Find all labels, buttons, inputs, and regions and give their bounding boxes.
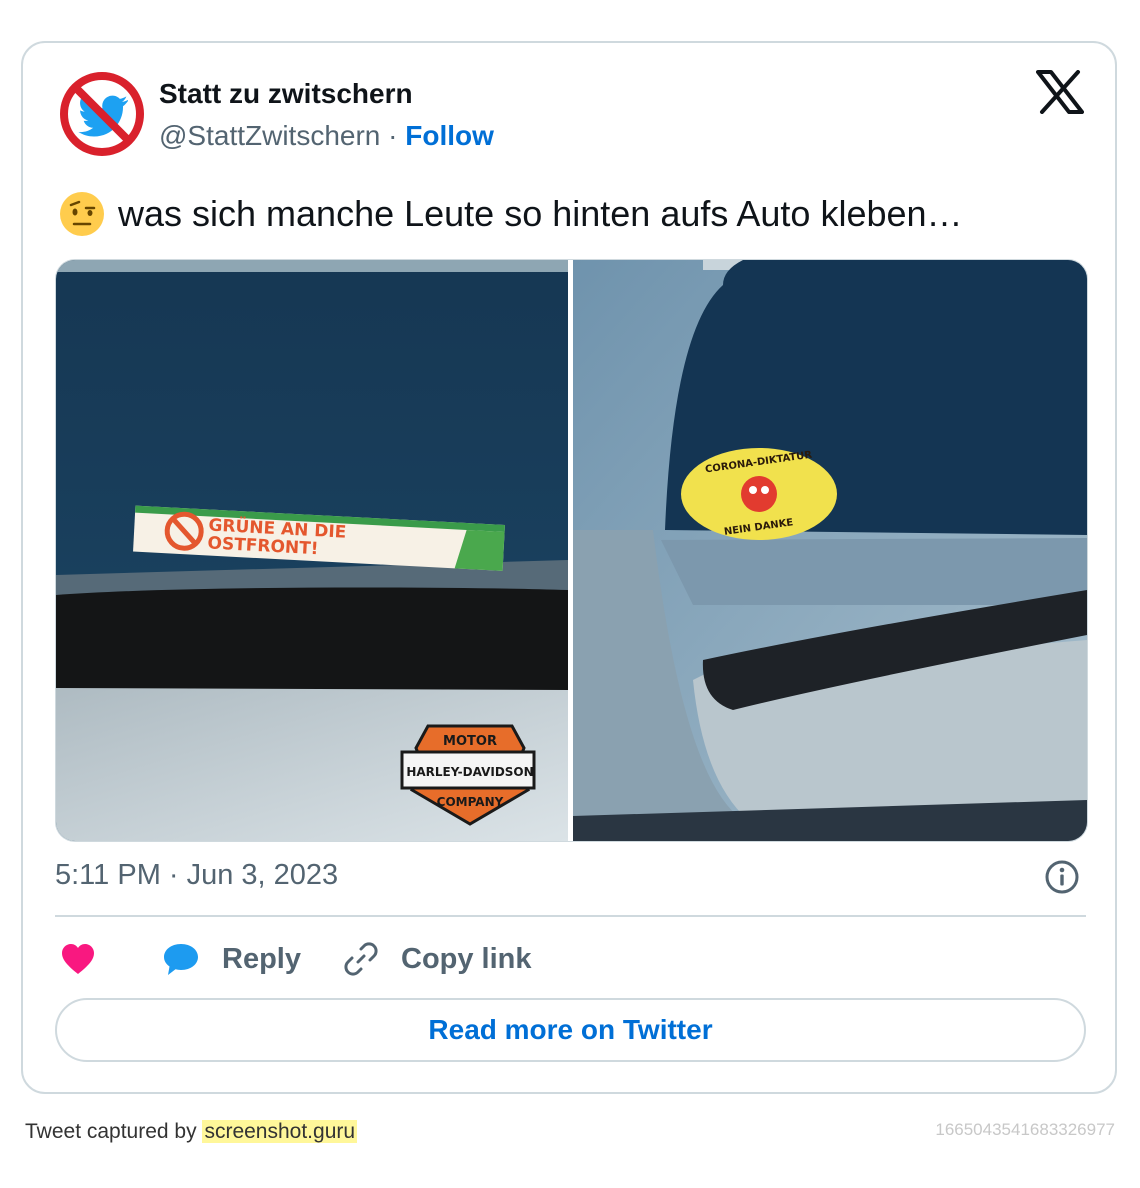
tweet-id: 1665043541683326977 (935, 1120, 1115, 1139)
tweet-media[interactable]: GRÜNE AN DIE OSTFRONT! MOTOR HARLEY-DAVI… (55, 259, 1088, 842)
avatar[interactable] (58, 70, 146, 158)
face-with-raised-eyebrow-icon (60, 192, 104, 236)
heart-icon (62, 944, 94, 974)
author-handle-row: @StattZwitschern · Follow (159, 120, 494, 152)
copy-link-label: Copy link (401, 942, 532, 975)
tweet-text: was sich manche Leute so hinten aufs Aut… (118, 193, 963, 234)
harley-bottom: COMPANY (437, 795, 504, 809)
separator-dot: · (388, 120, 398, 151)
speech-bubble-icon (164, 944, 198, 975)
x-logo-icon[interactable] (1036, 70, 1084, 114)
read-more-button[interactable]: Read more on Twitter (55, 998, 1086, 1062)
harley-middle: HARLEY-DAVIDSON (406, 765, 533, 779)
reply-label: Reply (222, 942, 301, 975)
tweet-text-row: was sich manche Leute so hinten aufs Aut… (58, 190, 963, 238)
photo-left[interactable]: GRÜNE AN DIE OSTFRONT! MOTOR HARLEY-DAVI… (56, 260, 568, 841)
harley-top: MOTOR (443, 734, 497, 749)
timestamp[interactable]: 5:11 PM · Jun 3, 2023 (55, 859, 338, 892)
photo-right[interactable]: CORONA-DIKTATUR NEIN DANKE (573, 260, 1087, 841)
info-icon[interactable] (1044, 859, 1080, 895)
like-button[interactable] (60, 936, 96, 982)
captured-by-text: Tweet captured by (25, 1120, 197, 1143)
divider (55, 915, 1086, 917)
screenshot-guru-link[interactable]: screenshot.guru (202, 1120, 358, 1143)
capture-credit: Tweet captured by screenshot.guru (25, 1120, 358, 1144)
author-handle[interactable]: @StattZwitschern (159, 120, 380, 151)
reply-button[interactable]: Reply (162, 936, 301, 982)
copy-link-button[interactable]: Copy link (343, 936, 532, 982)
link-icon (344, 942, 378, 976)
follow-button[interactable]: Follow (405, 120, 494, 151)
author-name[interactable]: Statt zu zwitschern (159, 78, 413, 110)
